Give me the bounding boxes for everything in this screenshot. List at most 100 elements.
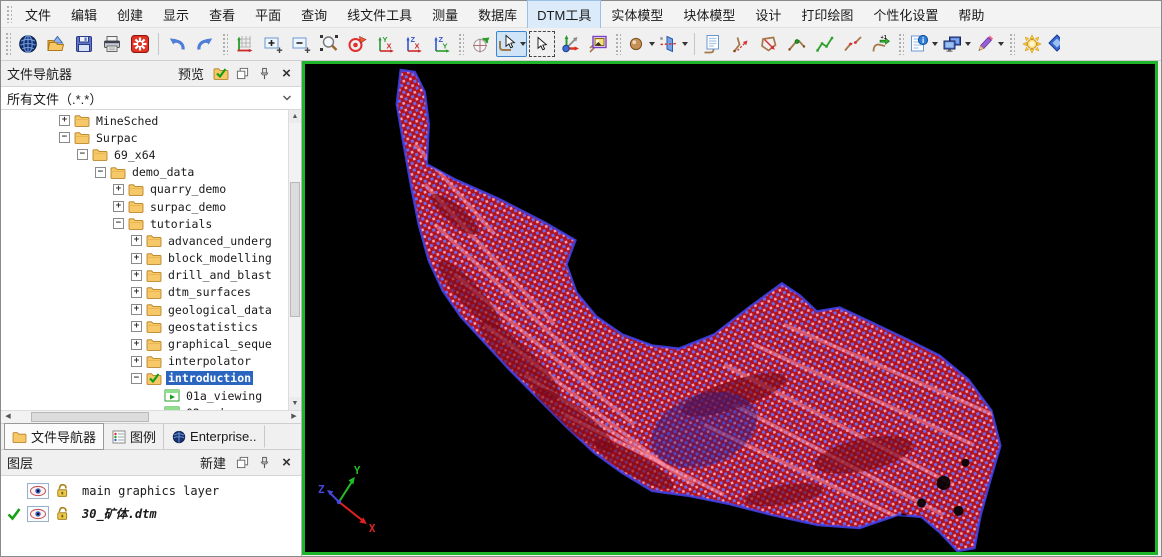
close-panel-icon[interactable]: × — [278, 65, 295, 82]
toolbar-grip-handle[interactable] — [458, 33, 464, 55]
horizontal-scroll-thumb[interactable] — [31, 412, 149, 422]
tree-horizontal-scrollbar[interactable]: ◀ ▶ — [1, 410, 301, 423]
dropdown-arrow-icon[interactable] — [649, 42, 655, 46]
tree-item-advanced_underg[interactable]: +advanced_underg — [1, 232, 288, 249]
tree-item-69_x64[interactable]: −69_x64 — [1, 146, 288, 163]
menu-帮助[interactable]: 帮助 — [948, 0, 994, 29]
tree-item-interpolator[interactable]: +interpolator — [1, 353, 288, 370]
toolbar-grip-handle[interactable] — [615, 33, 621, 55]
segment-properties-button[interactable] — [700, 31, 726, 57]
tree-expander-plus[interactable]: + — [131, 356, 142, 367]
reset-graphics-button[interactable] — [127, 31, 153, 57]
graphics-viewport-3d[interactable]: Y X Z — [302, 61, 1158, 555]
float-panel-icon[interactable] — [234, 65, 251, 82]
dropdown-arrow-icon[interactable] — [998, 42, 1004, 46]
menu-实体模型[interactable]: 实体模型 — [601, 0, 673, 29]
layer-visibility-toggle[interactable] — [27, 506, 49, 522]
layer-active-checkbox[interactable] — [5, 507, 22, 521]
preview-folder-icon[interactable] — [212, 65, 229, 82]
tree-expander-minus[interactable]: − — [113, 218, 124, 229]
move-3d-button[interactable] — [557, 31, 583, 57]
file-properties-button[interactable]: i — [908, 31, 939, 57]
menubar-grip-handle[interactable] — [6, 5, 12, 23]
tree-item-geological_data[interactable]: +geological_data — [1, 301, 288, 318]
tree-item-block_modelling[interactable]: +block_modelling — [1, 250, 288, 267]
layer-lock-toggle[interactable] — [54, 506, 71, 521]
image-registration-button[interactable] — [585, 31, 611, 57]
tree-item-graphical_seque[interactable]: +graphical_seque — [1, 335, 288, 352]
tree-item-geostatistics[interactable]: +geostatistics — [1, 318, 288, 335]
tree-expander-plus[interactable]: + — [113, 184, 124, 195]
toolbar-grip-handle[interactable] — [1009, 33, 1015, 55]
tree-expander-plus[interactable]: + — [131, 339, 142, 350]
tree-expander-plus[interactable]: + — [59, 115, 70, 126]
center-view-button[interactable] — [344, 31, 370, 57]
layer-visibility-toggle[interactable] — [27, 483, 49, 499]
view-section-zx-button[interactable]: ZX — [400, 31, 426, 57]
draw-tool-button[interactable] — [974, 31, 1005, 57]
preview-button[interactable]: 预览 — [175, 63, 207, 84]
layer-lock-toggle[interactable] — [54, 483, 71, 498]
tree-expander-plus[interactable]: + — [131, 253, 142, 264]
view-section-zy-button[interactable]: ZY — [428, 31, 454, 57]
zoom-data-extents-button[interactable] — [232, 31, 258, 57]
tree-item-quarry_demo[interactable]: +quarry_demo — [1, 181, 288, 198]
toolbar-grip-handle[interactable] — [5, 32, 11, 56]
tab-图例[interactable]: 图例 — [104, 423, 164, 450]
tree-item-demo_data[interactable]: −demo_data — [1, 164, 288, 181]
toolbar-grip-handle[interactable] — [898, 33, 904, 55]
tab-Enterprise..[interactable]: Enterprise.. — [164, 425, 264, 448]
renumber-segment-button[interactable]: +1 — [868, 31, 894, 57]
clipped-tool-button[interactable] — [1047, 31, 1061, 57]
menu-文件[interactable]: 文件 — [15, 0, 61, 29]
menu-线文件工具[interactable]: 线文件工具 — [337, 0, 422, 29]
dropdown-arrow-icon[interactable] — [932, 42, 938, 46]
open-file-button[interactable] — [43, 31, 69, 57]
menu-块体模型[interactable]: 块体模型 — [673, 0, 745, 29]
menu-数据库[interactable]: 数据库 — [468, 0, 527, 29]
menu-显示[interactable]: 显示 — [153, 0, 199, 29]
rotate-view-button[interactable] — [468, 31, 494, 57]
scroll-right-arrow[interactable]: ▶ — [287, 411, 301, 423]
tree-item-Surpac[interactable]: −Surpac — [1, 129, 288, 146]
float-panel-icon[interactable] — [234, 454, 251, 471]
pin-panel-icon[interactable] — [256, 65, 273, 82]
zoom-window-button[interactable] — [316, 31, 342, 57]
displays-button[interactable] — [941, 31, 972, 57]
tree-vertical-scrollbar[interactable]: ▲ ▼ — [288, 110, 301, 410]
tree-expander-plus[interactable]: + — [131, 321, 142, 332]
tree-expander-plus[interactable]: + — [131, 287, 142, 298]
menu-个性化设置[interactable]: 个性化设置 — [863, 0, 948, 29]
tree-expander-minus[interactable]: − — [59, 132, 70, 143]
tree-item-drill_and_blast[interactable]: +drill_and_blast — [1, 267, 288, 284]
select-rectangle-tool-button[interactable] — [529, 31, 555, 57]
pin-panel-icon[interactable] — [256, 454, 273, 471]
plane-tool-button[interactable] — [658, 31, 689, 57]
menu-创建[interactable]: 创建 — [107, 0, 153, 29]
tree-item-tutorials[interactable]: −tutorials — [1, 215, 288, 232]
world-button[interactable] — [15, 31, 41, 57]
menu-编辑[interactable]: 编辑 — [61, 0, 107, 29]
tree-expander-plus[interactable]: + — [131, 270, 142, 281]
tree-expander-plus[interactable]: + — [113, 201, 124, 212]
tree-item-introduction[interactable]: −introduction — [1, 370, 288, 387]
toolbar-grip-handle[interactable] — [222, 33, 228, 55]
menu-DTM工具[interactable]: DTM工具 — [527, 0, 601, 29]
scroll-down-arrow[interactable]: ▼ — [289, 397, 301, 410]
tree-expander-plus[interactable]: + — [131, 235, 142, 246]
zoom-in-button[interactable] — [260, 31, 286, 57]
tab-文件导航器[interactable]: 文件导航器 — [4, 423, 104, 450]
dropdown-arrow-icon[interactable] — [682, 42, 688, 46]
dropdown-arrow-icon[interactable] — [520, 42, 526, 46]
save-file-button[interactable] — [71, 31, 97, 57]
join-segment-button[interactable] — [784, 31, 810, 57]
file-filter-dropdown[interactable]: 所有文件（.*.*） — [1, 87, 301, 110]
reverse-segment-button[interactable] — [728, 31, 754, 57]
lighting-button[interactable] — [1019, 31, 1045, 57]
menu-查询[interactable]: 查询 — [291, 0, 337, 29]
print-button[interactable] — [99, 31, 125, 57]
menu-设计[interactable]: 设计 — [745, 0, 791, 29]
tree-expander-minus[interactable]: − — [77, 149, 88, 160]
redo-button[interactable] — [192, 31, 218, 57]
menu-打印绘图[interactable]: 打印绘图 — [791, 0, 863, 29]
